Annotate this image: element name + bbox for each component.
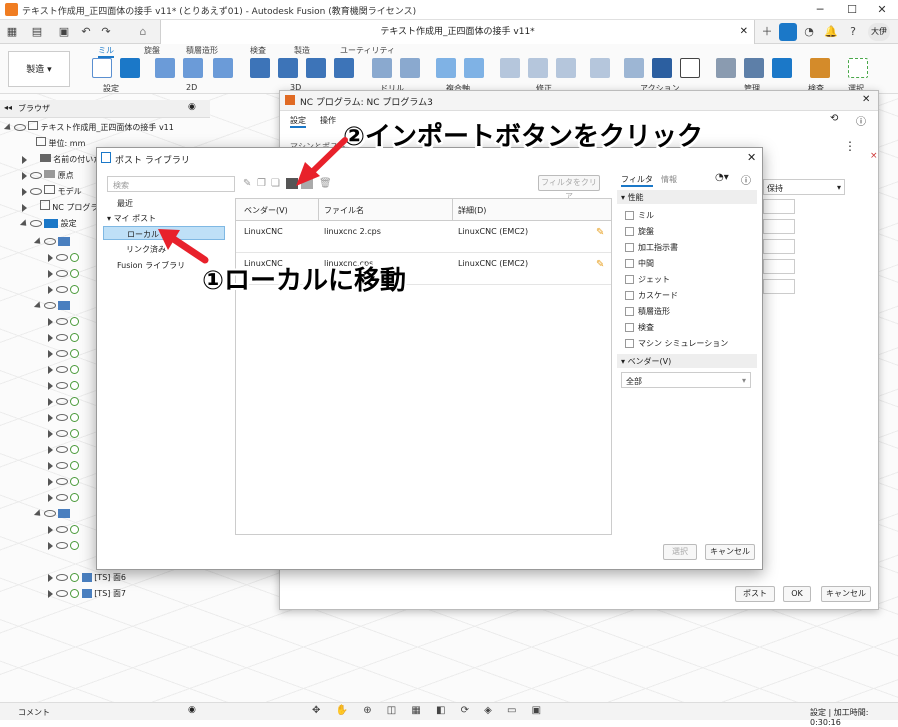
annotation-arrows [158, 137, 348, 264]
status-right: 設定 | 加工時間: 0:30:16 [810, 708, 869, 727]
comment-label: コメント [18, 708, 50, 717]
arrow-local [158, 229, 209, 264]
nav-tools-icon[interactable]: ✥ ✋ ⊕ ◫ ▦ ◧ ⟳ ◈ ▭ ▣ [312, 705, 547, 716]
arrow-import [296, 137, 348, 186]
comment-add-icon[interactable]: ◉ [188, 705, 196, 715]
status-bar: コメント ◉ ✥ ✋ ⊕ ◫ ▦ ◧ ⟳ ◈ ▭ ▣ 設定 | 加工時間: 0:… [0, 702, 898, 727]
